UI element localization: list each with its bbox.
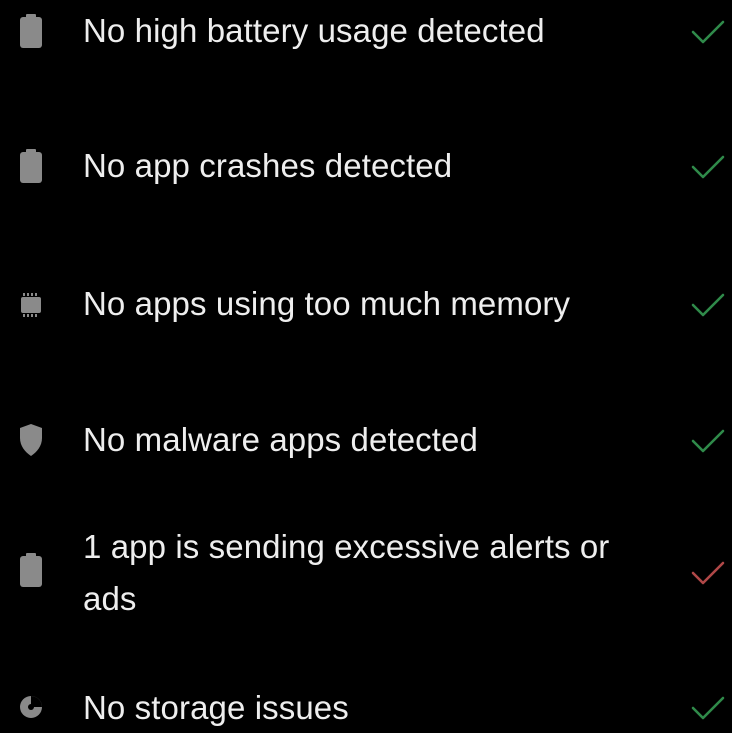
check-label: No apps using too much memory	[83, 285, 571, 322]
check-icon	[691, 20, 725, 44]
list-item[interactable]: 1 app is sending excessive alerts or ads	[0, 521, 732, 631]
pie-chart-icon	[20, 696, 42, 718]
check-label: No high battery usage detected	[83, 12, 545, 49]
battery-icon	[20, 553, 42, 587]
list-item[interactable]: No apps using too much memory	[0, 273, 732, 337]
warning-check-icon	[691, 561, 725, 585]
list-item[interactable]: No storage issues	[0, 680, 732, 730]
check-label: 1 app is sending excessive alerts or ads	[83, 528, 610, 617]
shield-icon	[20, 424, 42, 456]
list-item[interactable]: No malware apps detected	[0, 409, 732, 473]
battery-icon	[20, 149, 42, 183]
check-label: No malware apps detected	[83, 421, 478, 458]
check-icon	[691, 293, 725, 317]
check-label: No storage issues	[83, 689, 349, 726]
diagnostics-list: No high battery usage detected No app cr…	[0, 0, 732, 730]
battery-icon	[20, 14, 42, 48]
check-label: No app crashes detected	[83, 147, 453, 184]
check-icon	[691, 696, 725, 720]
list-item[interactable]: No app crashes detected	[0, 135, 732, 199]
list-item[interactable]: No high battery usage detected	[0, 0, 732, 64]
memory-chip-icon	[21, 293, 41, 317]
check-icon	[691, 429, 725, 453]
check-icon	[691, 155, 725, 179]
